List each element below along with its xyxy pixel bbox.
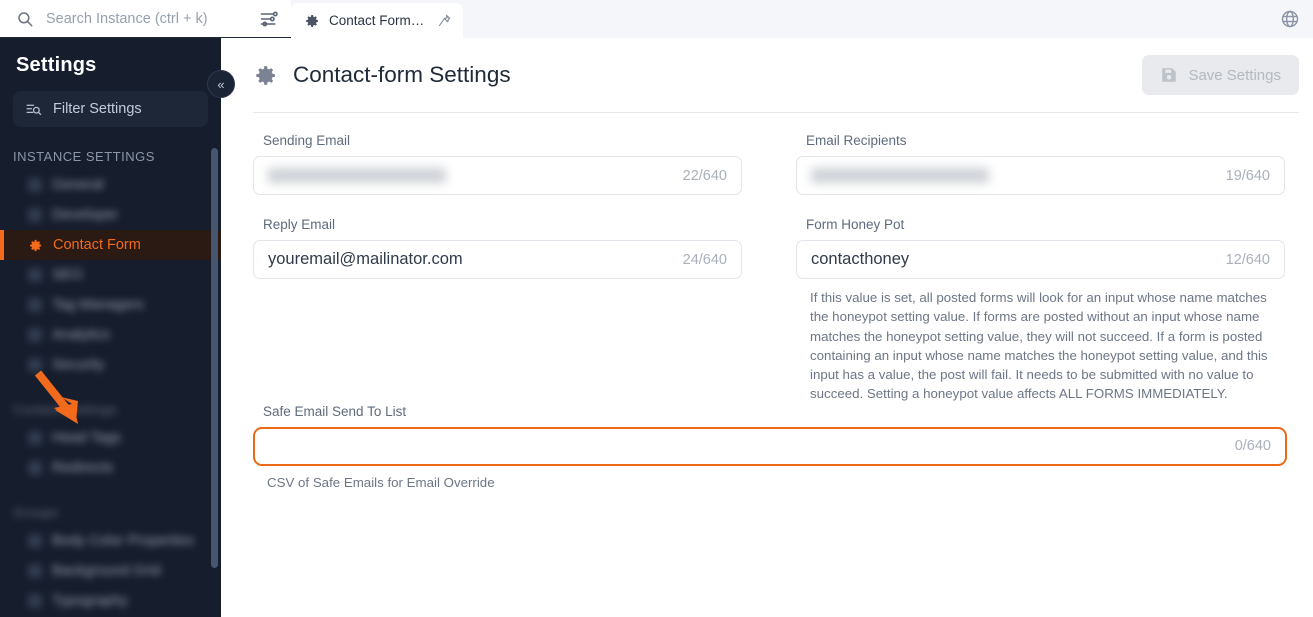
menu-item-icon [28,208,42,222]
menu-item-icon [28,594,42,608]
char-counter: 24/640 [682,251,727,268]
redacted-value [811,168,989,183]
sidebar-section-label: INSTANCE SETTINGS [13,149,155,164]
globe-icon [1280,9,1300,29]
char-counter: 12/640 [1225,251,1270,268]
menu-item-icon [28,461,42,475]
char-counter: 0/640 [1234,438,1271,455]
text-input[interactable]: 19/640 [796,156,1285,195]
row-spacer [253,195,1299,217]
field-label: Safe Email Send To List [263,403,407,419]
sidebar-item-analytics[interactable]: Analytics [0,320,221,350]
sidebar-item-label: Body Color Properties [52,533,194,549]
sidebar-scrollbar[interactable] [211,148,218,568]
global-search-container[interactable] [0,0,291,38]
menu-item-icon [28,328,42,342]
safe-email-input[interactable]: 0/640 [253,426,1287,466]
field-label: Reply Email [263,217,336,232]
settings-sidebar: Settings Filter Settings INSTANCE SETTIN… [0,38,221,617]
sidebar-item-typography[interactable]: Typography [0,586,221,616]
sliders-icon[interactable] [259,9,279,29]
page-title: Contact-form Settings [293,62,511,87]
field-email-recipients: Email Recipients 19/640 [796,133,1285,195]
redacted-value [268,168,446,183]
sidebar-title: Settings [16,54,97,76]
filter-settings-input[interactable]: Filter Settings [13,91,208,127]
menu-item-icon [28,431,42,445]
sidebar-item-label: Tag Managers [52,297,144,313]
field-reply-email: Reply Email youremail@mailinator.com 24/64… [253,217,742,404]
settings-fields-grid: Sending Email 22/640 Email Recipients 19/64… [253,113,1299,404]
pin-icon[interactable] [437,13,452,28]
sidebar-item-tag-managers[interactable]: Tag Managers [0,290,221,320]
arrow-annotation [34,370,78,424]
field-sending-email: Sending Email 22/640 [253,133,742,195]
filter-settings-placeholder: Filter Settings [53,101,142,117]
menu-item-icon [28,298,42,312]
sidebar-item-seo[interactable]: SEO [0,260,221,290]
sidebar-item-label: Typography [52,593,128,609]
sidebar-section-label: Groups [13,505,59,520]
char-counter: 19/640 [1225,167,1270,184]
field-label: Sending Email [263,133,351,148]
search-icon [16,10,34,28]
top-bar: Contact Form S… [0,0,1313,38]
sidebar-collapse-button[interactable]: « [207,70,235,98]
sidebar-item-body-color-properties[interactable]: Body Color Properties [0,526,221,556]
sidebar-item-contact-form[interactable]: Contact Form [0,230,221,260]
sidebar-item-label: SEO [52,267,83,283]
field-label: Email Recipients [806,133,907,148]
sidebar-item-redirects[interactable]: Redirects [0,453,221,483]
sidebar-item-label: Redirects [52,460,114,476]
sidebar-item-label: General [52,177,104,193]
gear-icon [253,63,278,88]
save-icon [1160,66,1178,84]
sidebar-item-label: Head Tags [52,430,122,446]
input-value: contacthoney [811,250,910,268]
field-help-text: If this value is set, all posted forms w… [810,290,1268,402]
language-button[interactable] [1267,0,1313,38]
page-header: Contact-form Settings Save Settings [253,38,1299,112]
sidebar-item-background-grid[interactable]: Background Grid [0,556,221,586]
input-value: youremail@mailinator.com [268,250,463,268]
chevron-double-left-icon: « [217,76,225,92]
tab-contact-form-settings[interactable]: Contact Form S… [291,3,463,38]
gear-icon [304,13,320,29]
main-content: Contact-form Settings Save Settings Send… [221,38,1313,617]
save-settings-label: Save Settings [1188,66,1281,84]
text-input[interactable]: contacthoney 12/640 [796,240,1285,279]
char-counter: 22/640 [682,167,727,184]
menu-item-icon [28,534,42,548]
sidebar-item-general[interactable]: General [0,170,221,200]
sidebar-item-developer[interactable]: Developer [0,200,221,230]
menu-item-icon [28,178,42,192]
field-label: Form Honey Pot [806,217,905,232]
menu-item-icon [28,564,42,578]
text-input[interactable]: 22/640 [253,156,742,195]
field-help-text: CSV of Safe Emails for Email Override [267,474,495,490]
tab-label: Contact Form S… [329,13,428,28]
save-settings-button[interactable]: Save Settings [1142,55,1299,95]
sidebar-item-label: Contact Form [53,237,141,253]
sidebar-item-label: Background Grid [52,563,161,579]
search-input[interactable] [46,10,259,27]
sidebar-item-label: Developer [52,207,119,223]
menu-item-icon [28,268,42,282]
sidebar-item-label: Analytics [52,327,111,343]
field-form-honey-pot: Form Honey Pot contacthoney 12/640 If this … [796,217,1285,404]
gear-icon [28,238,43,253]
field-safe-email-send-to-list: Safe Email Send To List 0/640 CSV of Saf… [253,404,1287,490]
text-input[interactable]: youremail@mailinator.com 24/640 [253,240,742,279]
filter-search-icon [25,101,42,118]
